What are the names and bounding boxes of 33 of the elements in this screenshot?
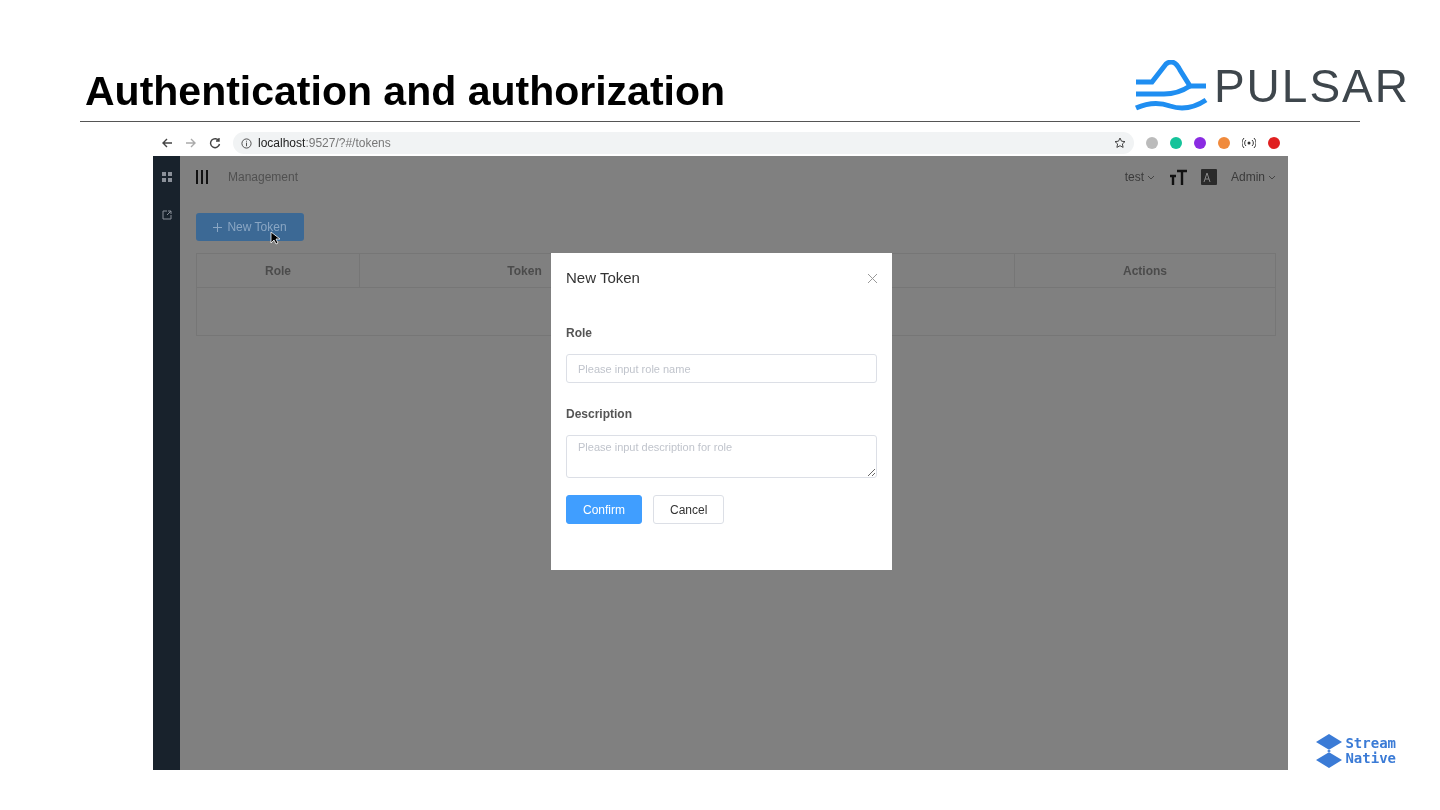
- logo-text: Stream: [1345, 736, 1396, 751]
- address-bar[interactable]: localhost:9527/?#/tokens: [233, 132, 1134, 154]
- cancel-button[interactable]: Cancel: [653, 495, 725, 524]
- info-icon: [241, 137, 252, 149]
- url-text: localhost:9527/?#/tokens: [258, 136, 391, 150]
- plus-icon: [213, 222, 223, 232]
- translate-icon[interactable]: [1201, 169, 1217, 185]
- external-link-icon[interactable]: [161, 210, 172, 220]
- user-dropdown[interactable]: Admin: [1231, 170, 1276, 184]
- stream-logo-icon: [1315, 734, 1344, 768]
- field-label: Role: [566, 326, 593, 340]
- dialog-title: New Token: [566, 269, 640, 286]
- logo-text: PULSAR: [1213, 59, 1410, 113]
- description-field[interactable]: Please input description for role: [566, 435, 877, 478]
- field-label: Description: [566, 407, 633, 421]
- role-field[interactable]: Please input role name: [566, 354, 877, 383]
- back-arrow-icon[interactable]: [161, 137, 173, 149]
- confirm-button[interactable]: Confirm: [566, 495, 642, 524]
- caret-icon: [1147, 174, 1155, 180]
- broadcast-icon[interactable]: [1242, 137, 1256, 149]
- cursor-icon: [270, 231, 280, 245]
- font-size-icon[interactable]: [1169, 169, 1187, 185]
- wave-logo-icon: [1133, 60, 1208, 112]
- grid-icon[interactable]: [161, 172, 172, 182]
- cluster-dropdown[interactable]: test: [1124, 170, 1155, 184]
- extension-icon[interactable]: [1268, 137, 1280, 149]
- logo-text: Native: [1345, 751, 1396, 766]
- caret-icon: [1268, 174, 1276, 180]
- reload-icon[interactable]: [209, 137, 221, 149]
- menu-icon[interactable]: [196, 170, 208, 184]
- slide-title: Authentication and authorization: [85, 68, 726, 115]
- star-icon[interactable]: [1114, 137, 1126, 149]
- extension-icon[interactable]: [1194, 137, 1206, 149]
